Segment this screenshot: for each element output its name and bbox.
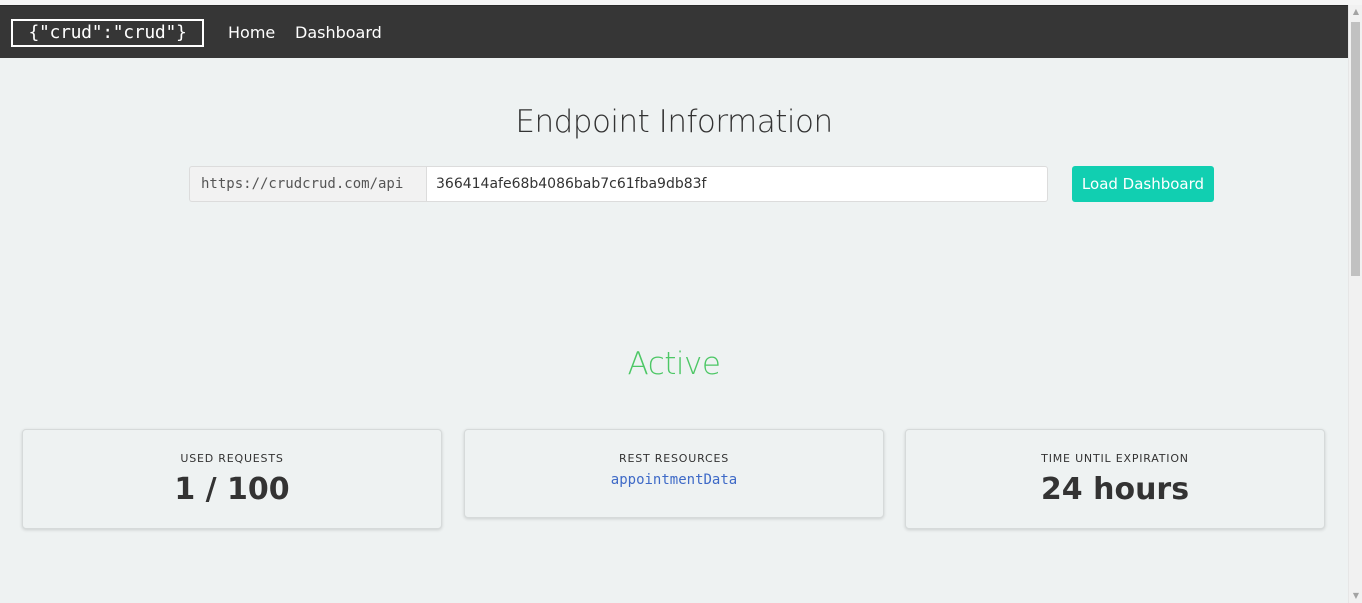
- load-dashboard-button[interactable]: Load Dashboard: [1072, 166, 1214, 202]
- endpoint-input-group: https://crudcrud.com/api: [189, 166, 1048, 202]
- used-requests-card: USED REQUESTS 1 / 100: [22, 429, 442, 529]
- used-requests-label: USED REQUESTS: [180, 452, 284, 465]
- status-active-heading: Active: [627, 346, 721, 382]
- scroll-up-arrow-icon[interactable]: ▲: [1349, 5, 1362, 19]
- expiration-card: TIME UNTIL EXPIRATION 24 hours: [905, 429, 1325, 529]
- endpoint-key-input[interactable]: [426, 166, 1048, 202]
- resource-link-appointmentdata[interactable]: appointmentData: [611, 471, 737, 489]
- scroll-down-arrow-icon[interactable]: ▼: [1349, 589, 1362, 603]
- expiration-value: 24 hours: [1040, 472, 1190, 507]
- rest-resources-card: REST RESOURCES appointmentData: [464, 429, 884, 518]
- rest-resources-label: REST RESOURCES: [619, 452, 729, 465]
- nav-link-home[interactable]: Home: [228, 22, 275, 44]
- endpoint-title: Endpoint Information: [515, 104, 833, 140]
- expiration-label: TIME UNTIL EXPIRATION: [1041, 452, 1189, 465]
- nav-link-dashboard[interactable]: Dashboard: [295, 22, 382, 44]
- used-requests-value: 1 / 100: [174, 472, 290, 507]
- brand-logo[interactable]: {"crud":"crud"}: [11, 19, 204, 47]
- scrollbar-thumb[interactable]: [1351, 22, 1360, 276]
- navbar: {"crud":"crud"} Home Dashboard: [0, 5, 1362, 58]
- page-scrollbar[interactable]: ▲ ▼: [1348, 5, 1362, 603]
- endpoint-url-prefix: https://crudcrud.com/api: [189, 166, 426, 202]
